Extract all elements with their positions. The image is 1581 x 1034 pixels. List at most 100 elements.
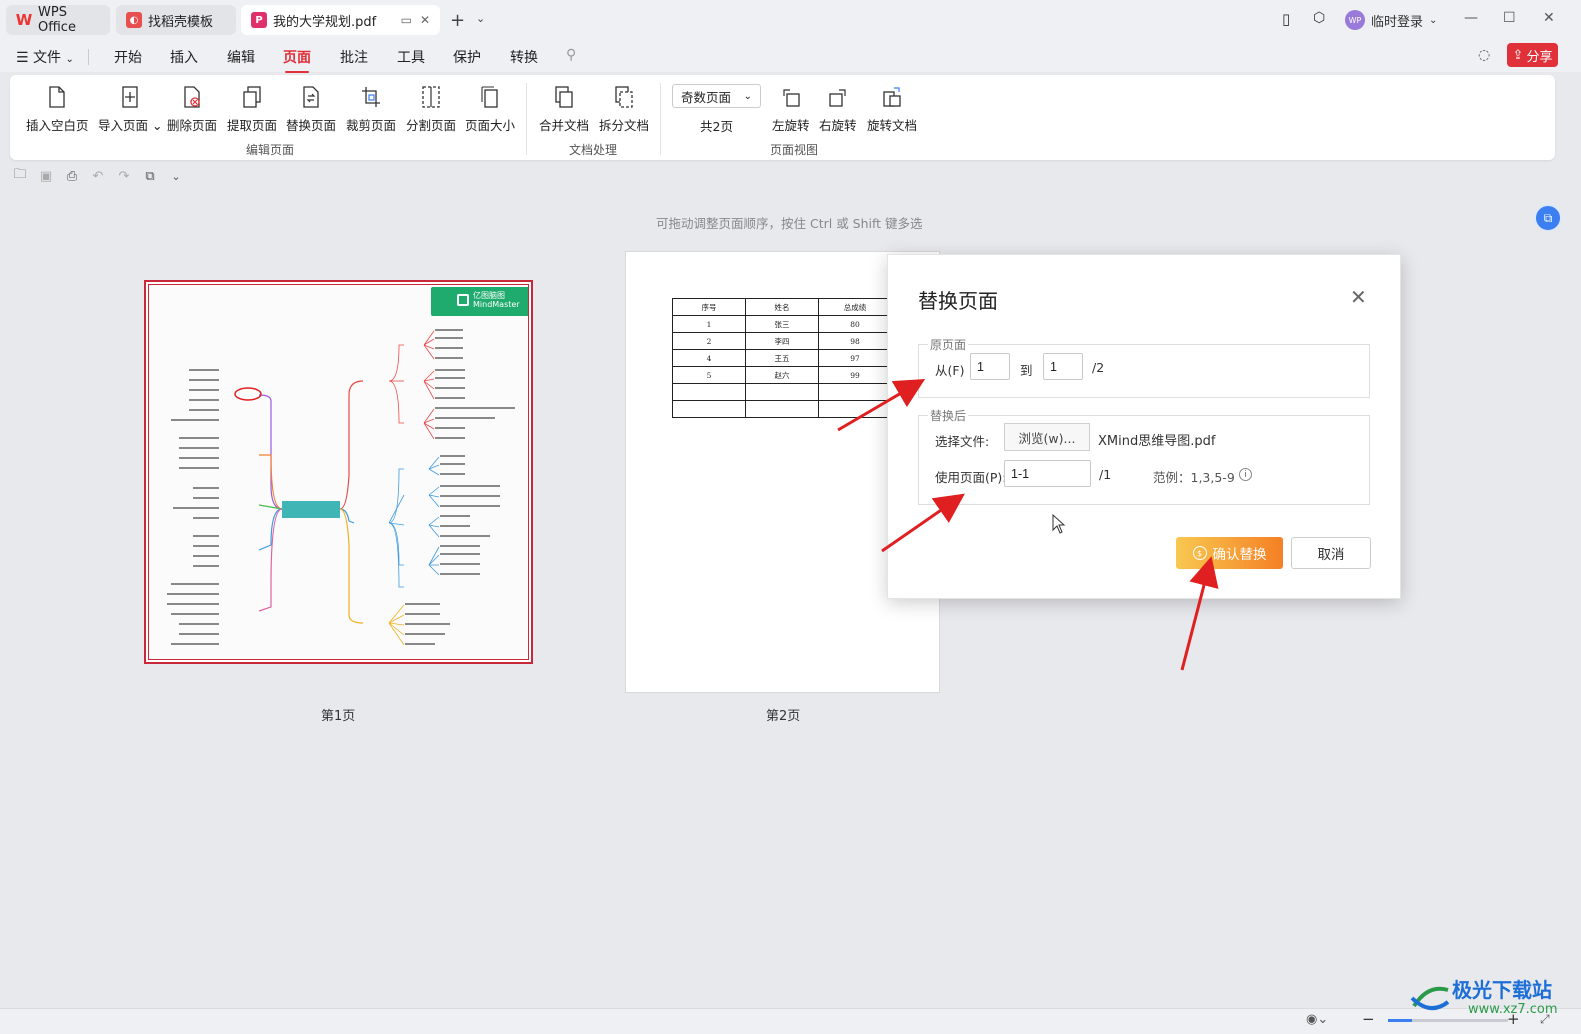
close-icon[interactable]: ✕ [1350,285,1367,309]
minimize-icon[interactable]: — [1464,10,1478,26]
table-cell: 97 [818,349,892,367]
watermark-url: www.xz7.com [1468,1002,1558,1017]
page-size-icon [479,85,501,109]
table-row: 1 张三 80 [672,315,892,333]
print-icon[interactable]: ⎙ [64,167,80,185]
watermark-logo: 极光下载站 www.xz7.com [1408,970,1568,1026]
cube-icon[interactable]: ⬡ [1313,10,1325,26]
replace-page-button[interactable]: 替换页面 [286,85,336,134]
confirm-label: 确认替换 [1212,547,1267,563]
eye-icon[interactable]: ◉⌄ [1306,1012,1328,1027]
menu-start[interactable]: 开始 [114,47,142,67]
sidebar-toggle-icon[interactable]: ▯ [1282,10,1290,28]
confirm-replace-button[interactable]: $ 确认替换 [1176,537,1283,569]
crop-page-button[interactable]: 裁剪页面 [346,85,396,134]
menu-page[interactable]: 页面 [283,47,311,73]
page-size-button[interactable]: 页面大小 [465,85,515,134]
menu-comment[interactable]: 批注 [340,47,368,67]
table-cell: 99 [818,366,892,384]
undo-icon[interactable]: ↶ [90,167,106,185]
replacement-section [918,415,1370,505]
search-icon[interactable]: ⚲ [566,47,576,63]
info-icon[interactable]: i [1239,468,1252,481]
button-label: 旋转文档 [867,118,918,133]
page-count: 共2页 [700,119,733,134]
insert-blank-page-button[interactable]: 插入空白页 [26,85,89,134]
rotate-left-button[interactable]: 左旋转 [772,85,810,134]
table-row [672,383,892,401]
use-pages-label: 使用页面(P): [935,470,1007,485]
file-menu[interactable]: ☰ 文件 ⌄ [16,47,74,67]
close-window-icon[interactable]: ✕ [1543,10,1555,26]
button-label: 合并文档 [539,118,590,133]
merge-document-button[interactable]: 合并文档 [539,85,589,134]
table-header: 姓名 [745,298,819,316]
crop-icon [360,85,382,109]
close-tab-icon[interactable]: ✕ [420,13,430,27]
share-button[interactable]: ⇪ 分享 [1507,43,1558,67]
split-page-icon [420,85,442,109]
table-cell: 王五 [745,349,819,367]
status-bar: ◉⌄ − + ⤢ [0,1008,1581,1034]
page-label-2: 第2页 [766,709,801,724]
menu-insert[interactable]: 插入 [170,47,198,67]
open-folder-icon[interactable]: 🗀 [12,167,28,185]
from-page-input[interactable] [970,353,1010,380]
group-label-edit: 编辑页面 [246,143,295,157]
wps-logo-icon: W [15,11,33,29]
extract-page-button[interactable]: 提取页面 [227,85,277,134]
chevron-down-icon[interactable]: ⌄ [476,12,485,25]
table-cell: 4 [672,349,746,367]
maximize-icon[interactable]: ☐ [1503,10,1516,26]
cancel-button[interactable]: 取消 [1291,537,1371,569]
use-pages-input[interactable] [1004,460,1091,487]
copy-format-icon[interactable]: ⧉ [142,167,158,185]
chevron-down-icon: ⌄ [1429,14,1438,26]
browse-button[interactable]: 浏览(w)... [1004,423,1090,451]
table-header-row: 序号 姓名 总成绩 [672,298,892,316]
split-page-button[interactable]: 分割页面 [406,85,456,134]
to-label: 到 [1020,363,1033,378]
import-page-button[interactable]: 导入页面 ⌄ [98,85,162,134]
tab-template[interactable]: ◐ 找稻壳模板 [116,5,236,35]
page-thumbnail-1[interactable]: 亿图脑图 MindMaster [144,280,533,664]
blank-page-icon [46,85,68,109]
rotate-document-button[interactable]: 旋转文档 [867,85,917,134]
save-icon[interactable]: ▣ [38,167,54,185]
menu-bar: ☰ 文件 ⌄ 开始 插入 编辑 页面 批注 工具 保护 转换 ⚲ ◌ ⇪ 分享 [0,40,1581,73]
button-label: 插入空白页 [26,118,89,133]
quick-access-toolbar: 🗀 ▣ ⎙ ↶ ↷ ⧉ ⌄ [12,167,184,185]
menu-edit[interactable]: 编辑 [227,47,255,67]
docer-logo-icon: ◐ [126,12,142,28]
page-filter-select[interactable]: 奇数页面 ⌄ [672,84,761,108]
table-header: 序号 [672,298,746,316]
to-page-input[interactable] [1043,353,1083,380]
mindmap-image: 亿图脑图 MindMaster [148,284,529,660]
menu-protect[interactable]: 保护 [453,47,481,67]
tab-wps-office[interactable]: W WPS Office [6,5,110,35]
title-bar: W WPS Office ◐ 找稻壳模板 P 我的大学规划.pdf ▭ ✕ + … [0,0,1581,40]
assistant-icon[interactable]: ⧉ [1534,204,1562,232]
new-tab-icon[interactable]: + [450,10,465,31]
redo-icon[interactable]: ↷ [116,167,132,185]
table-cell: 赵六 [745,366,819,384]
watermark-swirl-icon [1410,986,1450,1010]
watermark-title: 极光下载站 [1452,978,1552,1002]
button-label: 分割页面 [406,118,457,133]
zoom-out-icon[interactable]: − [1362,1010,1375,1028]
menu-tools[interactable]: 工具 [397,47,425,67]
login-button[interactable]: WP 临时登录 ⌄ [1345,10,1437,30]
menu-convert[interactable]: 转换 [510,47,538,67]
original-page-legend: 原页面 [928,336,969,353]
table-row [672,400,892,418]
chat-icon[interactable]: ◌ [1478,47,1490,63]
button-label: 替换页面 [286,118,337,133]
monitor-icon[interactable]: ▭ [401,13,412,27]
tab-document[interactable]: P 我的大学规划.pdf ▭ ✕ [241,5,440,35]
divider [660,83,661,155]
chevron-down-icon[interactable]: ⌄ [168,167,184,185]
rotate-right-button[interactable]: 右旋转 [819,85,857,134]
split-document-button[interactable]: 拆分文档 [599,85,649,134]
table-cell: 98 [818,332,892,350]
delete-page-button[interactable]: 删除页面 [167,85,217,134]
